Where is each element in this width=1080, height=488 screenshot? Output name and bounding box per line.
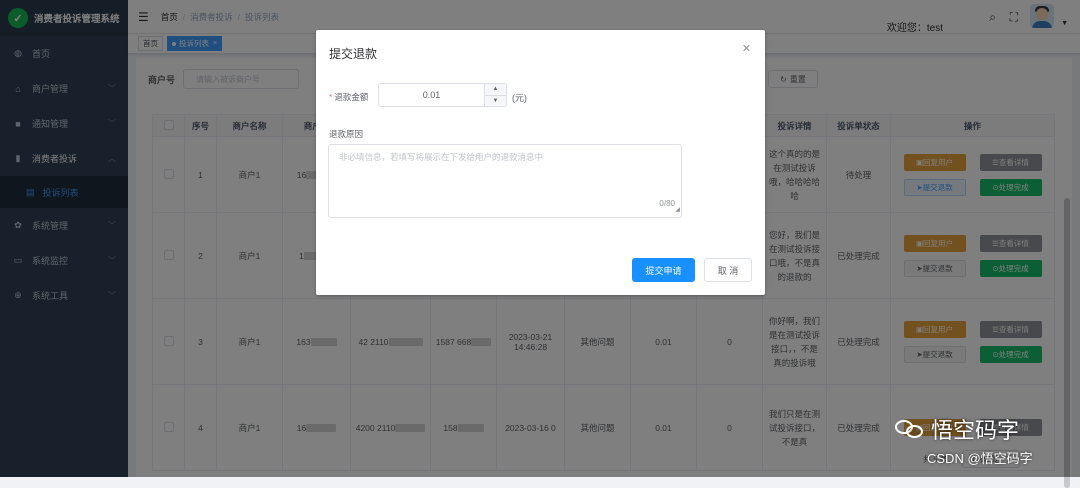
dialog-title: 提交退款: [329, 47, 378, 61]
close-icon[interactable]: ✕: [742, 42, 751, 55]
watermark-csdn: CSDN @悟空码字: [927, 451, 1033, 466]
decrease-icon[interactable]: ▼: [485, 94, 506, 107]
increase-icon[interactable]: ▲: [485, 84, 506, 95]
watermark: 悟空码字: [895, 413, 1019, 445]
refund-amount-input[interactable]: 0.01 ▲ ▼: [378, 83, 507, 107]
refund-reason-label: 退款原因: [329, 129, 364, 139]
wechat-icon: [895, 418, 925, 440]
resize-handle-icon[interactable]: ◢: [675, 205, 680, 216]
refund-amount-label: * 退款金额: [329, 92, 369, 102]
refund-dialog: 提交退款 ✕ * 退款金额 0.01 ▲ ▼ (元) 退款原因 非必填信息，若填写…: [316, 30, 765, 295]
char-counter: 0/80: [659, 199, 675, 208]
refund-reason-textarea[interactable]: 非必填信息，若填写将展示在下发给用户的退款消息中 0/80 ◢: [328, 144, 682, 218]
cancel-button[interactable]: 取 消: [704, 258, 752, 282]
amount-stepper: ▲ ▼: [484, 84, 506, 106]
amount-unit: (元): [512, 93, 527, 103]
submit-application-button[interactable]: 提交申请: [632, 258, 695, 282]
